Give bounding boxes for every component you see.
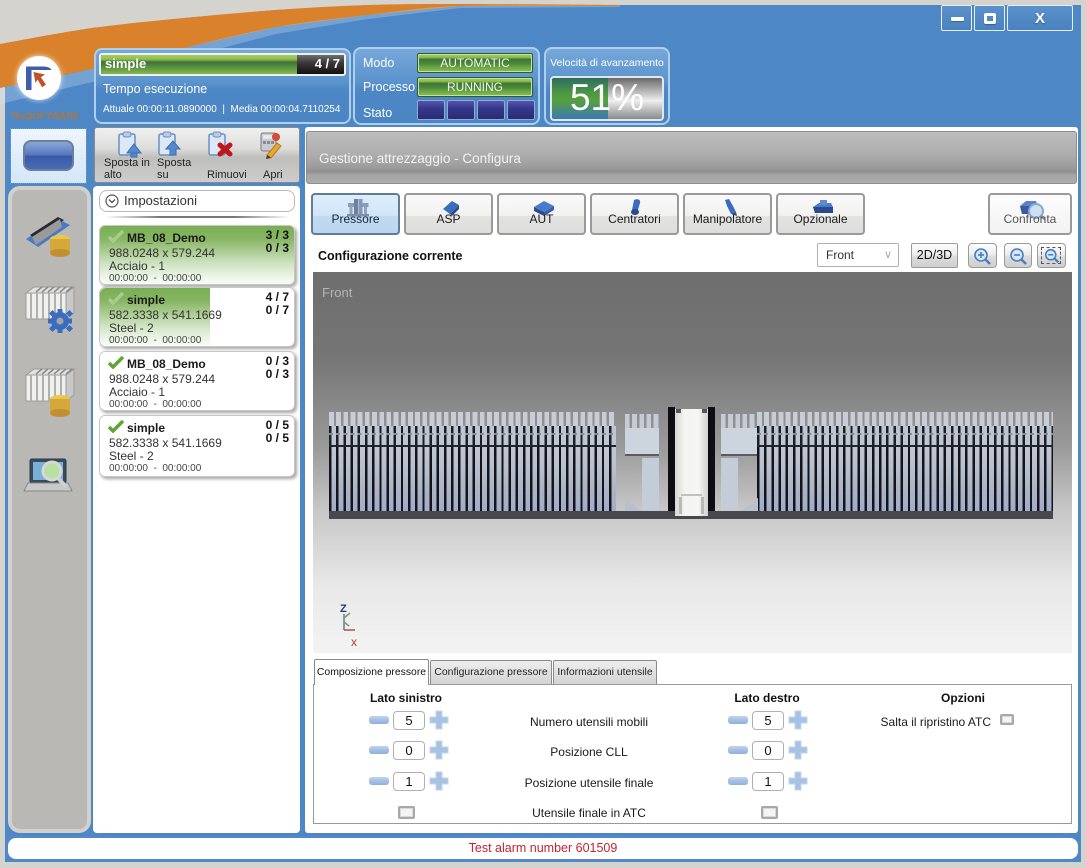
svg-text:x: x [351, 635, 357, 648]
svg-text:Z: Z [340, 603, 347, 615]
